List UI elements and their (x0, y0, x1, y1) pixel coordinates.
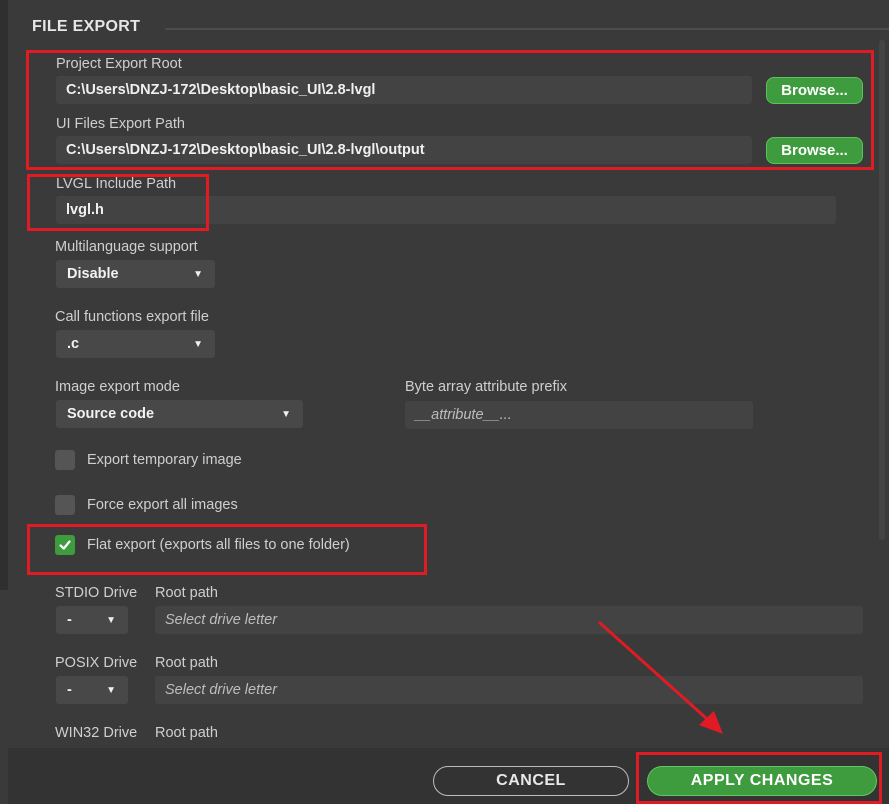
cancel-button[interactable]: CANCEL (433, 766, 629, 796)
project-export-root-input[interactable]: C:\Users\DNZJ-172\Desktop\basic_UI\2.8-l… (56, 76, 752, 104)
force-export-all-images-checkbox[interactable] (55, 495, 75, 515)
stdio-root-path-placeholder: Select drive letter (165, 612, 278, 628)
win32-drive-label: WIN32 Drive (55, 725, 138, 741)
force-export-all-images-label: Force export all images (87, 497, 238, 513)
checkmark-icon (59, 540, 71, 550)
posix-root-path-placeholder: Select drive letter (165, 682, 278, 698)
flat-export-checkbox[interactable] (55, 535, 75, 555)
multilanguage-support-selected: Disable (67, 266, 119, 282)
ui-files-export-path-value: C:\Users\DNZJ-172\Desktop\basic_UI\2.8-l… (66, 142, 425, 158)
image-export-mode-select[interactable]: Source code ▼ (56, 400, 303, 428)
byte-array-attribute-prefix-label: Byte array attribute prefix (405, 379, 567, 395)
stdio-drive-select[interactable]: - ▼ (56, 606, 128, 634)
project-export-root-browse-button[interactable]: Browse... (766, 77, 863, 104)
annotation-arrow-icon (598, 621, 723, 734)
ui-files-export-path-label: UI Files Export Path (56, 116, 185, 132)
call-functions-export-file-selected: .c (67, 336, 80, 352)
section-title: FILE EXPORT (32, 18, 141, 35)
posix-drive-select[interactable]: - ▼ (56, 676, 128, 704)
export-temporary-image-label: Export temporary image (87, 452, 242, 468)
posix-drive-label: POSIX Drive (55, 655, 138, 671)
byte-array-attribute-prefix-placeholder: __attribute__... (415, 407, 512, 423)
ui-files-export-path-browse-button[interactable]: Browse... (766, 137, 863, 164)
stdio-drive-label: STDIO Drive (55, 585, 138, 601)
posix-root-path-label: Root path (155, 655, 218, 671)
stdio-drive-selected: - (67, 612, 72, 628)
project-export-root-value: C:\Users\DNZJ-172\Desktop\basic_UI\2.8-l… (66, 82, 376, 98)
byte-array-attribute-prefix-input[interactable]: __attribute__... (405, 401, 753, 429)
scrollbar[interactable] (879, 40, 885, 540)
export-temporary-image-checkbox[interactable] (55, 450, 75, 470)
caret-down-icon: ▼ (193, 268, 203, 280)
call-functions-export-file-label: Call functions export file (55, 309, 209, 325)
project-export-root-label: Project Export Root (56, 56, 182, 72)
stdio-root-path-label: Root path (155, 585, 218, 601)
caret-down-icon: ▼ (281, 408, 291, 420)
lvgl-include-path-label: LVGL Include Path (56, 176, 177, 192)
call-functions-export-file-select[interactable]: .c ▼ (56, 330, 215, 358)
left-panel-edge (0, 0, 8, 590)
multilanguage-support-label: Multilanguage support (55, 239, 198, 255)
stdio-root-path-input[interactable]: Select drive letter (155, 606, 863, 634)
win32-root-path-label: Root path (155, 725, 218, 741)
lvgl-include-path-input[interactable]: lvgl.h (56, 196, 836, 224)
section-divider (165, 28, 889, 30)
caret-down-icon: ▼ (106, 684, 116, 696)
posix-drive-selected: - (67, 682, 72, 698)
lvgl-include-path-value: lvgl.h (66, 202, 104, 218)
multilanguage-support-select[interactable]: Disable ▼ (56, 260, 215, 288)
caret-down-icon: ▼ (106, 614, 116, 626)
flat-export-label: Flat export (exports all files to one fo… (87, 537, 350, 553)
caret-down-icon: ▼ (193, 338, 203, 350)
apply-changes-button[interactable]: APPLY CHANGES (647, 766, 877, 796)
image-export-mode-selected: Source code (67, 406, 155, 422)
ui-files-export-path-input[interactable]: C:\Users\DNZJ-172\Desktop\basic_UI\2.8-l… (56, 136, 752, 164)
posix-root-path-input[interactable]: Select drive letter (155, 676, 863, 704)
image-export-mode-label: Image export mode (55, 379, 180, 395)
